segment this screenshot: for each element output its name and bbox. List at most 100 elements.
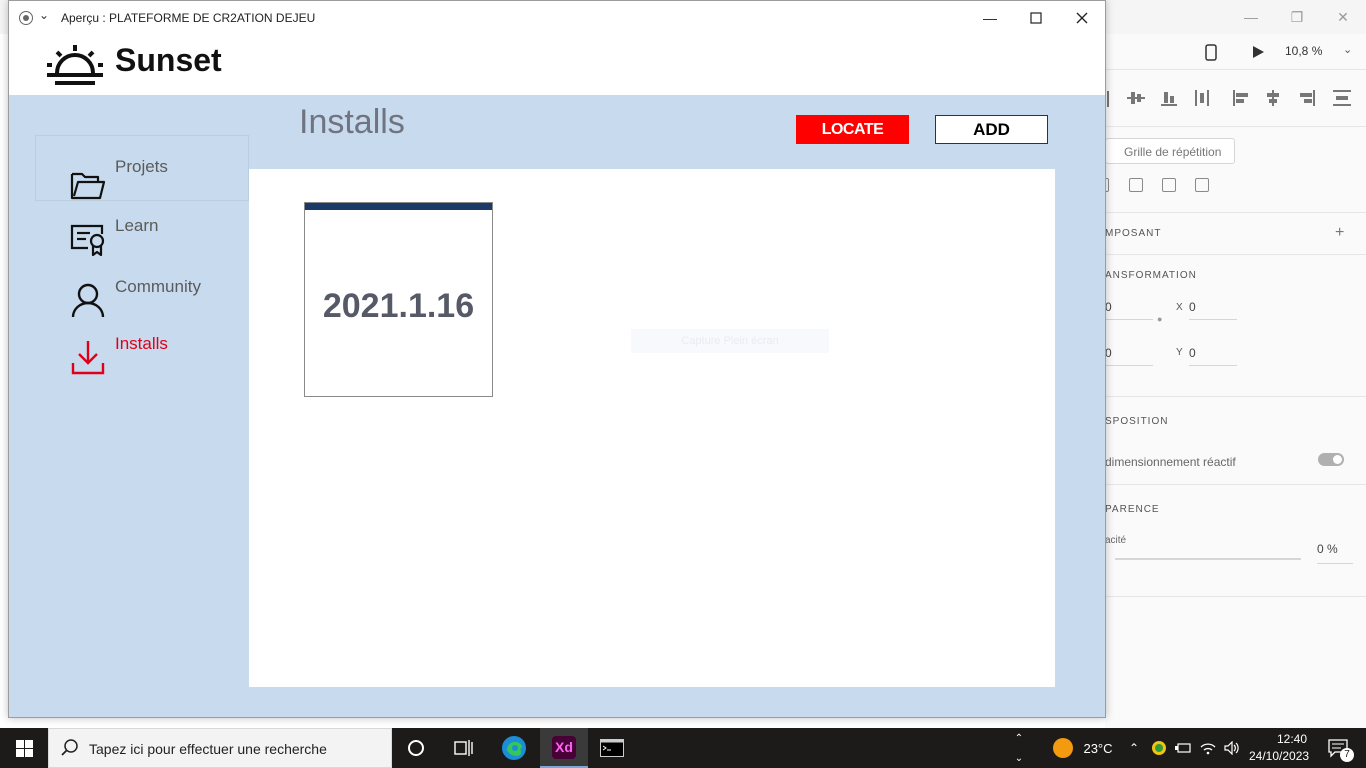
taskbar-search[interactable]: Tapez ici pour effectuer une recherche (48, 728, 392, 768)
task-view-button[interactable] (440, 728, 488, 768)
weather-widget[interactable]: 23°C (1048, 728, 1118, 768)
sidebar-item-community[interactable]: Community (69, 277, 201, 319)
taskbar-edge[interactable] (490, 728, 538, 768)
opacity-slider[interactable] (1115, 558, 1301, 560)
boolean-exclude-icon[interactable] (1195, 178, 1209, 192)
taskbar: Tapez ici pour effectuer une recherche X… (0, 728, 1366, 768)
sidebar-item-label: Community (115, 277, 201, 296)
xd-topbar: 10,8 % ⌄ (1105, 34, 1366, 70)
width-field[interactable]: 0 (1105, 296, 1153, 320)
sidebar-item-label: Projets (115, 157, 168, 176)
sidebar-item-label: Installs (115, 334, 168, 353)
page-title: Installs (299, 103, 405, 141)
search-placeholder: Tapez ici pour effectuer une recherche (89, 741, 327, 757)
distribute-h-icon[interactable] (1195, 90, 1209, 106)
xd-minimize-icon[interactable]: — (1228, 0, 1274, 34)
app-name: Sunset (115, 42, 222, 78)
cortana-button[interactable] (392, 728, 440, 768)
volume-icon[interactable] (1222, 728, 1242, 768)
taskbar-scroll-up-icon[interactable]: ⌃ (1012, 728, 1026, 748)
battery-icon[interactable] (1174, 728, 1192, 768)
edge-icon (502, 736, 526, 760)
install-card[interactable]: 2021.1.16 (304, 202, 493, 397)
height-field[interactable]: 0 (1105, 342, 1153, 366)
xd-restore-icon[interactable]: ❐ (1274, 0, 1320, 34)
record-icon[interactable] (19, 11, 33, 25)
y-field[interactable]: 0 (1189, 342, 1237, 366)
maximize-icon[interactable] (1013, 1, 1059, 35)
play-icon[interactable] (1251, 45, 1265, 59)
height-value: 0 (1105, 346, 1112, 360)
sidebar-item-installs[interactable]: Installs (69, 334, 168, 376)
taskbar-adobe-xd[interactable]: Xd (540, 728, 588, 768)
component-heading: MPOSANT (1105, 228, 1162, 239)
opacity-label: acité (1105, 535, 1127, 546)
responsive-resize-label: dimensionnement réactif (1105, 455, 1236, 469)
tray-overflow-icon[interactable]: ⌃ (1124, 728, 1144, 768)
distribute-v-icon[interactable] (1333, 90, 1351, 106)
mobile-preview-icon[interactable] (1205, 44, 1217, 61)
align-right-icon[interactable] (1299, 90, 1315, 106)
weather-sun-icon (1053, 738, 1074, 758)
align-middle-icon[interactable] (1127, 90, 1145, 106)
boolean-intersect-icon[interactable] (1162, 178, 1176, 192)
clock-time[interactable]: 12:40 (1277, 732, 1307, 746)
xd-close-icon[interactable]: ✕ (1320, 0, 1366, 34)
chevron-down-icon[interactable]: ⌄ (39, 8, 49, 22)
close-icon[interactable] (1059, 1, 1105, 35)
x-field[interactable]: 0 (1189, 296, 1237, 320)
installs-panel: 2021.1.16 Capture Plein écran (249, 169, 1055, 687)
tray-app-icon[interactable] (1150, 728, 1168, 768)
app-header: Sunset (9, 35, 1105, 95)
locate-button[interactable]: LOCATE (796, 115, 909, 144)
weather-temperature: 23°C (1083, 740, 1113, 756)
zoom-level[interactable]: 10,8 % (1285, 44, 1322, 58)
screen-capture-label: Capture Plein écran (631, 329, 829, 353)
window-titlebar: ⌄ Aperçu : PLATEFORME DE CR2ATION DEJEU … (9, 1, 1105, 35)
sidebar-item-projets[interactable]: Projets (69, 157, 168, 203)
repeat-grid-label: Grille de répétition (1124, 145, 1222, 159)
boolean-subtract-icon[interactable] (1129, 178, 1143, 192)
user-icon (69, 281, 107, 319)
install-version: 2021.1.16 (322, 287, 475, 325)
taskbar-terminal[interactable] (588, 728, 636, 768)
task-view-icon (454, 740, 473, 756)
wifi-icon[interactable] (1198, 728, 1218, 768)
responsive-toggle[interactable] (1318, 453, 1344, 466)
windows-icon (15, 739, 33, 757)
x-label: X (1176, 302, 1183, 313)
download-icon (69, 338, 107, 376)
notifications-button[interactable]: 7 (1318, 728, 1358, 768)
folder-icon (69, 165, 107, 203)
minimize-icon[interactable]: — (967, 1, 1013, 35)
add-component-icon[interactable]: + (1335, 224, 1344, 242)
clock-date[interactable]: 24/10/2023 (1249, 749, 1309, 763)
window-title: Aperçu : PLATEFORME DE CR2ATION DEJEU (61, 11, 316, 25)
lock-aspect-icon[interactable]: ● (1157, 314, 1162, 324)
align-center-icon[interactable] (1265, 90, 1281, 106)
repeat-grid-button[interactable]: Grille de répétition (1105, 138, 1235, 164)
align-bottom-icon[interactable] (1161, 90, 1177, 106)
sidebar-item-label: Learn (115, 216, 159, 235)
add-button[interactable]: ADD (935, 115, 1048, 144)
notification-count: 7 (1340, 748, 1354, 762)
opacity-field[interactable]: 0 % (1317, 542, 1353, 564)
x-value: 0 (1189, 300, 1196, 314)
sunrise-icon (47, 45, 103, 85)
toggle-knob (1333, 455, 1342, 464)
appearance-heading: PARENCE (1105, 504, 1160, 515)
search-icon (61, 739, 78, 756)
xd-properties-panel: Grille de répétition MPOSANT + ANSFORMAT… (1101, 70, 1366, 728)
opacity-value: 0 % (1317, 542, 1338, 556)
adobe-xd-icon: Xd (552, 735, 576, 759)
width-value: 0 (1105, 300, 1112, 314)
taskbar-scroll-down-icon[interactable]: ⌄ (1012, 748, 1026, 768)
sidebar-item-learn[interactable]: Learn (69, 216, 158, 258)
align-icons-row (1105, 88, 1366, 110)
chevron-down-icon[interactable]: ⌄ (1343, 43, 1352, 56)
certificate-icon (69, 220, 107, 258)
windows-start-button[interactable] (0, 728, 48, 768)
y-value: 0 (1189, 346, 1196, 360)
terminal-icon (600, 739, 624, 757)
align-left-icon[interactable] (1233, 90, 1249, 106)
